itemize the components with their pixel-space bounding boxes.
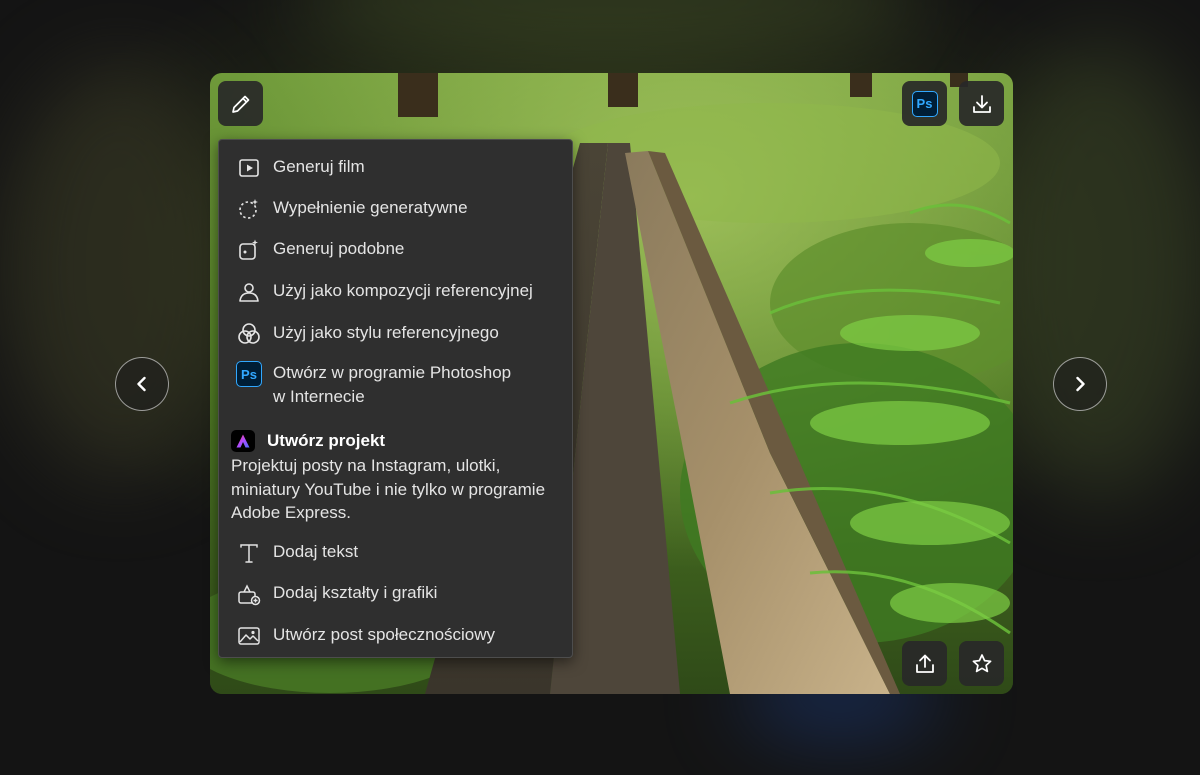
menu-item-generate-similar[interactable]: Generuj podobne	[219, 237, 572, 263]
viewer-stage: Ps Generuj film Wypełnienie generatywne …	[0, 0, 1200, 775]
menu-item-create-social-post[interactable]: Utwórz post społecznościowy	[219, 623, 572, 649]
express-title: Utwórz projekt	[267, 431, 386, 450]
video-play-icon	[236, 155, 262, 181]
download-icon	[972, 94, 991, 113]
menu-item-composition-reference[interactable]: Użyj jako kompozycji referencyjnej	[219, 279, 572, 305]
edit-menu: Generuj film Wypełnienie generatywne Gen…	[218, 139, 573, 658]
share-button[interactable]	[902, 641, 947, 686]
share-icon	[915, 654, 934, 673]
menu-item-label: Generuj film	[273, 157, 365, 176]
previous-image-button[interactable]	[115, 357, 169, 411]
menu-item-open-photoshop-web[interactable]: Ps Otwórz w programie Photoshop w Intern…	[219, 361, 572, 411]
menu-item-label: Użyj jako kompozycji referencyjnej	[273, 281, 533, 300]
menu-item-label: Wypełnienie generatywne	[273, 198, 468, 217]
style-reference-icon	[236, 321, 262, 347]
chevron-left-icon	[137, 376, 146, 392]
composition-reference-icon	[236, 279, 262, 305]
next-image-button[interactable]	[1053, 357, 1107, 411]
text-icon	[236, 540, 262, 566]
star-icon	[972, 653, 991, 672]
menu-item-label: Dodaj kształty i grafiki	[273, 583, 438, 602]
express-description: Projektuj posty na Instagram, ulotki, mi…	[231, 456, 546, 522]
edit-button[interactable]	[218, 81, 263, 126]
menu-item-style-reference[interactable]: Użyj jako stylu referencyjnego	[219, 321, 572, 347]
generate-similar-icon	[236, 237, 262, 263]
download-button[interactable]	[959, 81, 1004, 126]
background-blur	[0, 60, 240, 480]
image-post-icon	[236, 623, 262, 649]
menu-item-label: Generuj podobne	[273, 239, 405, 258]
background-blur	[980, 40, 1200, 500]
photoshop-icon: Ps	[911, 90, 938, 117]
chevron-right-icon	[1076, 376, 1085, 392]
menu-item-add-shapes[interactable]: Dodaj kształty i grafiki	[219, 581, 572, 607]
pencil-icon	[231, 95, 249, 113]
open-in-photoshop-button[interactable]: Ps	[902, 81, 947, 126]
background-blur	[300, 0, 920, 60]
menu-item-generative-fill[interactable]: Wypełnienie generatywne	[219, 196, 572, 222]
menu-item-add-text[interactable]: Dodaj tekst	[219, 540, 572, 566]
menu-item-generate-video[interactable]: Generuj film	[219, 155, 572, 181]
adobe-express-icon	[231, 430, 255, 452]
shapes-icon	[236, 581, 262, 607]
menu-item-label: Dodaj tekst	[273, 542, 359, 561]
menu-item-label-line2: w Internecie	[273, 387, 365, 406]
photoshop-icon: Ps	[236, 361, 262, 387]
generative-fill-icon	[236, 196, 262, 222]
menu-item-label: Użyj jako stylu referencyjnego	[273, 323, 499, 342]
menu-item-label: Utwórz post społecznościowy	[273, 625, 496, 644]
favorite-button[interactable]	[959, 641, 1004, 686]
menu-item-label: Otwórz w programie Photoshop	[273, 363, 512, 382]
